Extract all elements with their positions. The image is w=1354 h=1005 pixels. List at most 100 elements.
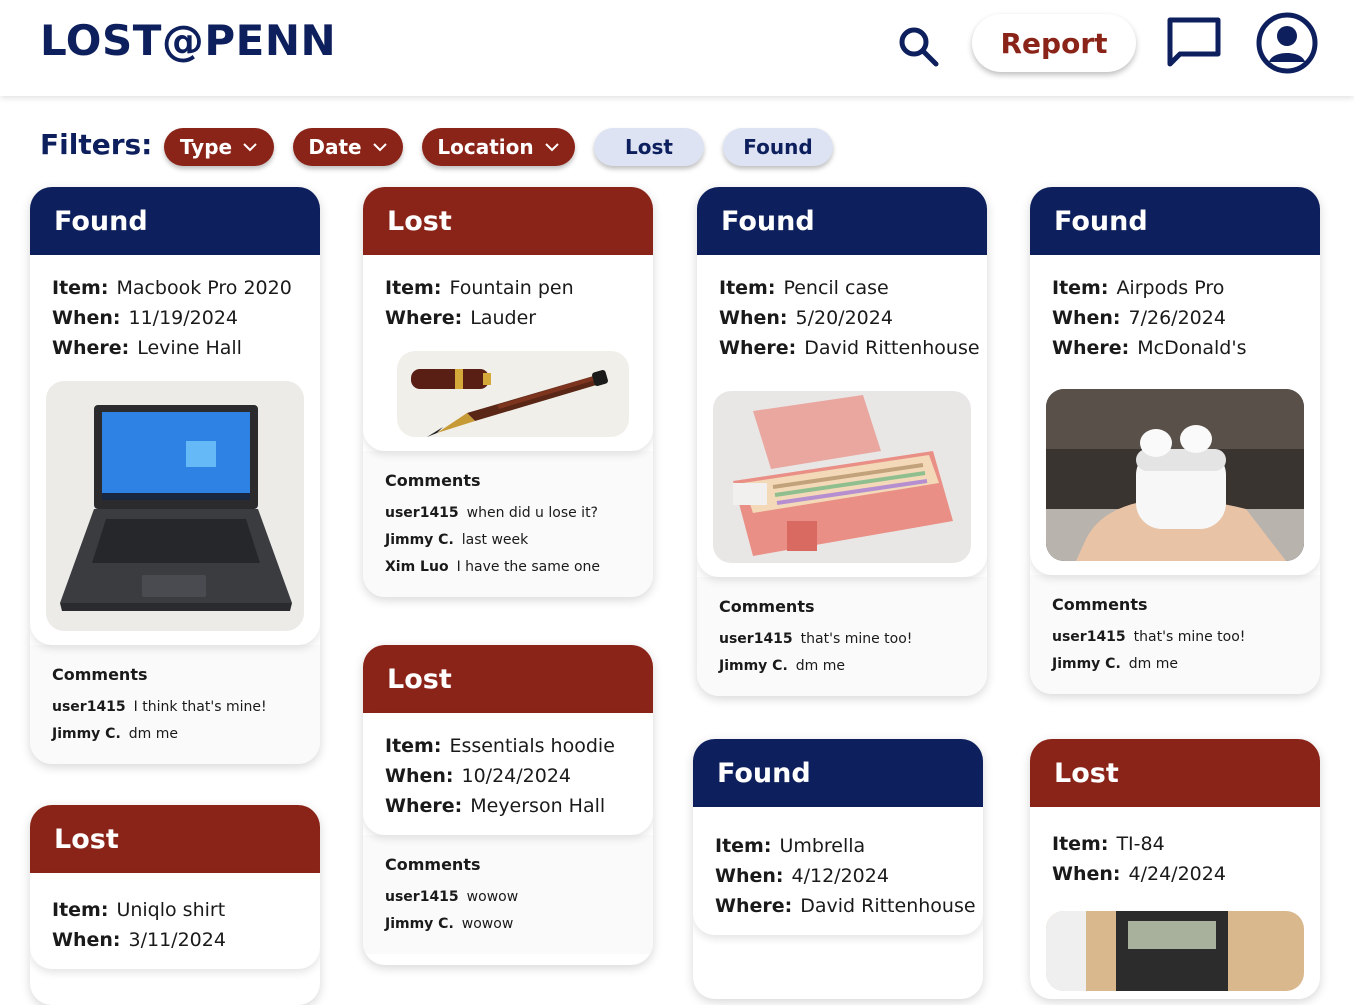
comment-user[interactable]: user1415	[1052, 629, 1126, 645]
when-key: When:	[1052, 307, 1121, 329]
when-value: 7/26/2024	[1128, 307, 1226, 329]
filter-found-chip[interactable]: Found	[723, 128, 833, 166]
item-value: Airpods Pro	[1116, 277, 1225, 299]
comments-section: Comments user1415 that's mine too! Jimmy …	[1030, 575, 1320, 694]
card-details: Item: Macbook Pro 2020 When: 11/19/2024 Wh…	[30, 255, 320, 645]
profile-avatar-icon[interactable]	[1256, 12, 1318, 74]
status-badge: Lost	[363, 645, 653, 713]
item-key: Item:	[385, 277, 442, 299]
status-badge: Lost	[30, 805, 320, 873]
comment-text: dm me	[795, 658, 846, 674]
comment: user1415 wowow	[385, 884, 631, 911]
chevron-down-icon	[243, 143, 257, 152]
comment: user1415 I think that's mine!	[52, 694, 298, 721]
site-logo[interactable]: LOST@PENN	[40, 16, 336, 65]
item-value: Essentials hoodie	[449, 735, 615, 757]
comments-title: Comments	[385, 471, 481, 490]
comment-user[interactable]: Jimmy C.	[1052, 656, 1121, 672]
item-value: TI-84	[1116, 833, 1165, 855]
post-card[interactable]: Found Item: Umbrella When: 4/12/2024 Where…	[693, 739, 983, 999]
post-card[interactable]: Lost Item: Essentials hoodie When: 10/24/2…	[363, 645, 653, 965]
comment-text: I think that's mine!	[133, 699, 267, 715]
filter-type-dropdown[interactable]: Type	[164, 128, 274, 166]
comment: Jimmy C. last week	[385, 527, 631, 554]
post-card[interactable]: Found Item: Pencil case When: 5/20/2024 Wh…	[697, 187, 987, 696]
comment: user1415 when did u lose it?	[385, 500, 631, 527]
item-photo-airpods[interactable]	[1046, 389, 1304, 561]
status-badge: Found	[30, 187, 320, 255]
when-value: 4/24/2024	[1128, 863, 1226, 885]
comment-text: last week	[461, 532, 529, 548]
comments-section: Comments user1415 I think that's mine! Ji…	[30, 645, 320, 764]
filter-location-dropdown[interactable]: Location	[422, 128, 575, 166]
card-details: Item: Essentials hoodie When: 10/24/2024 W…	[363, 713, 653, 835]
item-photo-pencil-case[interactable]	[713, 391, 971, 563]
filter-lost-chip[interactable]: Lost	[594, 128, 704, 166]
item-photo-laptop[interactable]	[46, 381, 304, 631]
where-value: McDonald's	[1137, 337, 1247, 359]
comment: Xim Luo I have the same one	[385, 554, 631, 581]
where-value: Levine Hall	[137, 337, 242, 359]
card-details: Item: Umbrella When: 4/12/2024 Where: David…	[693, 807, 983, 935]
chevron-down-icon	[544, 143, 559, 152]
comment-text: dm me	[128, 726, 179, 742]
comments-section: Comments user1415 when did u lose it? Jim…	[363, 451, 653, 597]
where-value: David Rittenhouse	[804, 337, 980, 359]
when-value: 3/11/2024	[128, 929, 226, 951]
item-key: Item:	[1052, 277, 1109, 299]
item-value: Macbook Pro 2020	[116, 277, 292, 299]
comment: Jimmy C. dm me	[719, 653, 965, 680]
where-value: Lauder	[470, 307, 537, 329]
comments-section: Comments user1415 that's mine too! Jimmy …	[697, 577, 987, 696]
where-key: Where:	[52, 337, 130, 359]
item-photo-calculator[interactable]	[1046, 911, 1304, 991]
top-nav: LOST@PENN Report	[0, 0, 1354, 96]
post-card[interactable]: Lost Item: TI-84 When: 4/24/2024	[1030, 739, 1320, 999]
search-icon[interactable]	[896, 24, 940, 68]
comment: Jimmy C. dm me	[1052, 651, 1298, 678]
when-key: When:	[52, 929, 121, 951]
report-button[interactable]: Report	[972, 14, 1136, 72]
comment-user[interactable]: Jimmy C.	[385, 532, 454, 548]
comment: Jimmy C. wowow	[385, 911, 631, 938]
where-value: Meyerson Hall	[470, 795, 606, 817]
comment-user[interactable]: user1415	[385, 505, 459, 521]
filters-label: Filters:	[40, 128, 153, 161]
comments-title: Comments	[385, 855, 481, 874]
item-value: Fountain pen	[449, 277, 574, 299]
status-badge: Lost	[1030, 739, 1320, 807]
item-key: Item:	[1052, 833, 1109, 855]
item-key: Item:	[385, 735, 442, 757]
filter-type-label: Type	[179, 135, 233, 159]
status-badge: Found	[697, 187, 987, 255]
comment: user1415 that's mine too!	[1052, 624, 1298, 651]
where-key: Where:	[1052, 337, 1130, 359]
post-card[interactable]: Lost Item: Uniqlo shirt When: 3/11/2024	[30, 805, 320, 1005]
comment-user[interactable]: user1415	[719, 631, 793, 647]
comment-user[interactable]: user1415	[385, 889, 459, 905]
card-details: Item: Fountain pen Where: Lauder	[363, 255, 653, 451]
comment-user[interactable]: Jimmy C.	[52, 726, 121, 742]
item-key: Item:	[52, 277, 109, 299]
comment-text: I have the same one	[456, 559, 600, 575]
where-key: Where:	[719, 337, 797, 359]
comments-section: Comments user1415 wowow Jimmy C. wowow	[363, 835, 653, 954]
comments-title: Comments	[719, 597, 815, 616]
post-card[interactable]: Found Item: Macbook Pro 2020 When: 11/19/2…	[30, 187, 320, 764]
comment: user1415 that's mine too!	[719, 626, 965, 653]
card-details: Item: TI-84 When: 4/24/2024	[1030, 807, 1320, 999]
filter-date-dropdown[interactable]: Date	[293, 128, 403, 166]
comment-user[interactable]: Xim Luo	[385, 559, 449, 575]
card-details: Item: Pencil case When: 5/20/2024 Where: Da…	[697, 255, 987, 577]
comment-text: that's mine too!	[800, 631, 913, 647]
item-photo-pen[interactable]	[397, 351, 629, 437]
post-card[interactable]: Lost Item: Fountain pen Where: Lauder Comm…	[363, 187, 653, 597]
status-badge: Found	[1030, 187, 1320, 255]
chat-icon[interactable]	[1166, 16, 1222, 68]
post-card[interactable]: Found Item: Airpods Pro When: 7/26/2024 Wh…	[1030, 187, 1320, 694]
comment-user[interactable]: Jimmy C.	[385, 916, 454, 932]
comment-user[interactable]: Jimmy C.	[719, 658, 788, 674]
comment-user[interactable]: user1415	[52, 699, 126, 715]
where-value: David Rittenhouse	[800, 895, 976, 917]
comment-text: when did u lose it?	[466, 505, 598, 521]
